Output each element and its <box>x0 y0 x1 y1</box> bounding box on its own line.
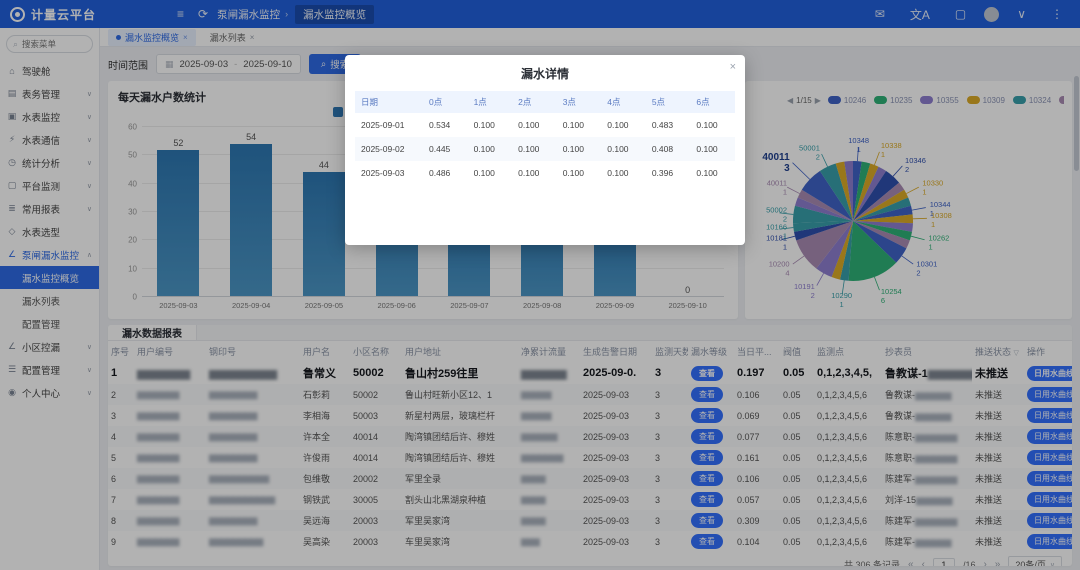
modal-col-header: 3点 <box>557 91 602 113</box>
modal-table-header-row: 日期0点1点2点3点4点5点6点 <box>355 91 735 113</box>
modal-cell: 0.408 <box>646 137 691 161</box>
modal-table-row: 2025-09-010.5340.1000.1000.1000.1000.483… <box>355 113 735 137</box>
modal-col-header: 2点 <box>512 91 557 113</box>
modal-col-header: 日期 <box>355 91 423 113</box>
modal-cell: 2025-09-03 <box>355 161 423 185</box>
modal-col-header: 0点 <box>423 91 468 113</box>
modal-close-icon[interactable]: × <box>730 61 736 73</box>
modal-cell: 0.486 <box>423 161 468 185</box>
modal-cell: 0.100 <box>468 137 513 161</box>
modal-cell: 0.445 <box>423 137 468 161</box>
modal-table-row: 2025-09-030.4860.1000.1000.1000.1000.396… <box>355 161 735 185</box>
modal-col-header: 1点 <box>468 91 513 113</box>
modal-cell: 0.100 <box>557 161 602 185</box>
modal-cell: 0.100 <box>690 161 735 185</box>
modal-cell: 0.396 <box>646 161 691 185</box>
modal-col-header: 6点 <box>690 91 735 113</box>
modal-cell: 0.483 <box>646 113 691 137</box>
leak-detail-modal: × 漏水详情 日期0点1点2点3点4点5点6点 2025-09-010.5340… <box>345 55 745 245</box>
modal-col-header: 4点 <box>601 91 646 113</box>
modal-cell: 0.100 <box>601 113 646 137</box>
modal-cell: 0.100 <box>512 113 557 137</box>
modal-cell: 2025-09-01 <box>355 113 423 137</box>
modal-cell: 0.100 <box>690 113 735 137</box>
modal-title: 漏水详情 <box>355 65 735 82</box>
modal-cell: 0.100 <box>468 161 513 185</box>
modal-cell: 0.100 <box>512 137 557 161</box>
leak-detail-table: 日期0点1点2点3点4点5点6点 2025-09-010.5340.1000.1… <box>355 91 735 185</box>
modal-col-header: 5点 <box>646 91 691 113</box>
modal-cell: 0.100 <box>512 161 557 185</box>
modal-cell: 0.100 <box>690 137 735 161</box>
modal-cell: 0.100 <box>468 113 513 137</box>
modal-cell: 0.100 <box>601 137 646 161</box>
modal-cell: 0.100 <box>601 161 646 185</box>
modal-cell: 0.100 <box>557 137 602 161</box>
modal-cell: 0.100 <box>557 113 602 137</box>
modal-cell: 0.534 <box>423 113 468 137</box>
modal-table-row: 2025-09-020.4450.1000.1000.1000.1000.408… <box>355 137 735 161</box>
modal-cell: 2025-09-02 <box>355 137 423 161</box>
